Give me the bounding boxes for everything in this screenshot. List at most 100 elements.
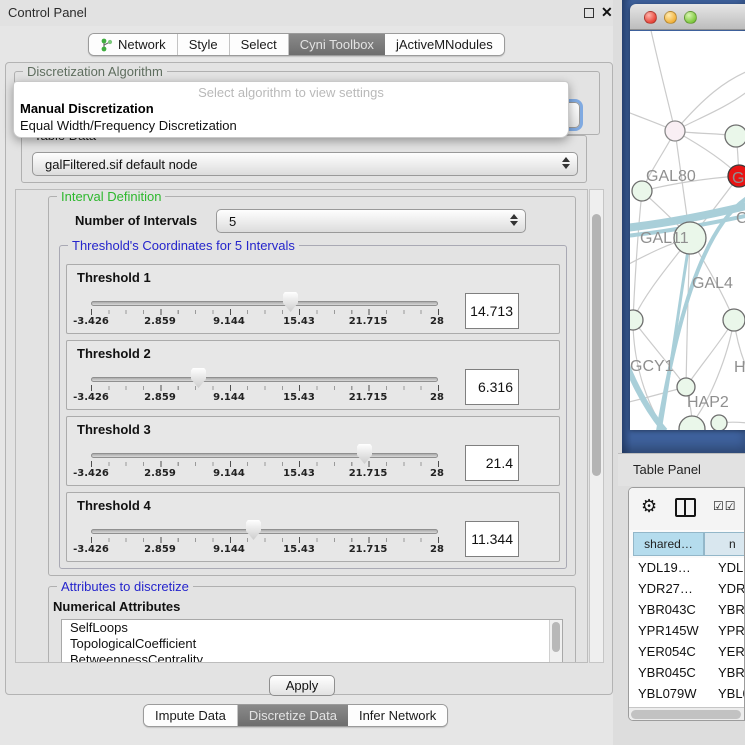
- column-header-shared-name[interactable]: shared…: [633, 532, 704, 556]
- table-row[interactable]: YBR043CYBR0: [629, 600, 744, 621]
- tab-style[interactable]: Style: [178, 34, 230, 55]
- cyni-bottom-tabs: Impute Data Discretize Data Infer Networ…: [143, 704, 448, 727]
- table-row[interactable]: YER054C YER0: [629, 642, 744, 663]
- tab-cyni-toolbox[interactable]: Cyni Toolbox: [289, 34, 385, 55]
- cell: YER054C: [638, 644, 696, 659]
- list-item[interactable]: BetweennessCentrality: [62, 652, 562, 663]
- tab-infer-label: Infer Network: [359, 708, 436, 723]
- table-horizontal-scrollbar[interactable]: [629, 707, 744, 721]
- panel-scrollbar-thumb[interactable]: [592, 214, 601, 476]
- network-window-titlebar: [630, 4, 745, 30]
- threshold-1-slider-track[interactable]: [91, 301, 438, 306]
- threshold-2-slider-track[interactable]: [91, 377, 438, 382]
- scale-label: 28: [430, 468, 444, 479]
- scale-label: -3.426: [73, 544, 109, 555]
- scale-label: 9.144: [213, 316, 245, 327]
- option-equal-width-frequency[interactable]: Equal Width/Frequency Discretization: [20, 118, 237, 133]
- option-manual-discretization[interactable]: Manual Discretization: [20, 101, 154, 116]
- tab-select[interactable]: Select: [230, 34, 289, 55]
- attributes-group-title: Attributes to discretize: [57, 579, 193, 594]
- table-hscroll-thumb[interactable]: [631, 710, 741, 719]
- table-row[interactable]: YDR27…YDR2: [629, 579, 744, 600]
- slider-ticks: [91, 537, 439, 543]
- list-scrollbar-thumb[interactable]: [552, 622, 560, 652]
- interval-definition-group: Interval Definition Number of Intervals …: [48, 196, 576, 576]
- threshold-4-slider-track[interactable]: [91, 529, 438, 534]
- cell: YER0: [718, 644, 744, 659]
- thresholds-group-title: Threshold's Coordinates for 5 Intervals: [68, 238, 299, 253]
- table-row[interactable]: YPR145WYPR1: [629, 621, 744, 642]
- threshold-3-box: Threshold 3 -3.4262.8599.14415.4321.7152…: [66, 416, 560, 486]
- column-header-name[interactable]: n: [704, 532, 745, 556]
- table-panel-titlebar: Table Panel: [618, 453, 745, 486]
- columns-layout-icon[interactable]: [675, 498, 696, 517]
- threshold-2-box: Threshold 2 -3.4262.8599.14415.4321.7152…: [66, 340, 560, 410]
- scale-label: 28: [430, 316, 444, 327]
- panel-title: Control Panel: [8, 5, 87, 20]
- number-of-intervals-combobox[interactable]: 5: [216, 209, 526, 233]
- node-bottom[interactable]: [711, 415, 727, 430]
- cyni-toolbox-panel: Discretization Algorithm Select algorith…: [5, 62, 613, 695]
- cell: YDL1: [718, 560, 744, 575]
- network-graph: GAL80 G C GAL11 GAL4 GCY1 H HAP2: [630, 31, 745, 430]
- close-window-icon[interactable]: [644, 11, 657, 24]
- table-row[interactable]: YBR045CYBR0: [629, 663, 744, 684]
- node-bottom-2[interactable]: [679, 416, 705, 430]
- list-item[interactable]: SelfLoops: [62, 620, 562, 636]
- tab-discretize-label: Discretize Data: [249, 708, 337, 723]
- cell: YDR2: [718, 581, 744, 596]
- network-canvas: GAL80 G C GAL11 GAL4 GCY1 H HAP2: [630, 31, 745, 430]
- node-h[interactable]: [723, 309, 745, 331]
- tab-impute-data[interactable]: Impute Data: [144, 705, 238, 726]
- number-of-intervals-value: 5: [229, 214, 236, 229]
- panel-scrollbar[interactable]: [589, 189, 604, 663]
- table-rows: YDL19…YDL1 YDR27…YDR2 YBR043CYBR0 YPR145…: [629, 558, 744, 707]
- network-icon: [100, 38, 113, 52]
- table-header-row: shared… n: [629, 532, 744, 556]
- tab-network[interactable]: Network: [89, 34, 178, 55]
- list-scrollbar[interactable]: [549, 620, 562, 663]
- scale-label: 9.144: [213, 468, 245, 479]
- algorithm-placeholder: Select algorithm to view settings: [14, 85, 568, 100]
- minimize-window-icon[interactable]: [664, 11, 677, 24]
- threshold-4-value-field[interactable]: 11.344: [465, 521, 519, 557]
- node-label-gal11: GAL11: [640, 230, 689, 247]
- tab-cyni-label: Cyni Toolbox: [300, 37, 374, 52]
- node-gal80[interactable]: [665, 121, 685, 141]
- tab-discretize-data[interactable]: Discretize Data: [238, 705, 348, 726]
- node-label-gal4: GAL4: [692, 275, 733, 292]
- tab-infer-network[interactable]: Infer Network: [348, 705, 447, 726]
- tab-jactivemnodules[interactable]: jActiveMNodules: [385, 34, 504, 55]
- node-label-cut-h: H: [734, 359, 745, 376]
- scale-label: -3.426: [73, 468, 109, 479]
- select-columns-icon[interactable]: ☑☑: [713, 499, 737, 513]
- attributes-group: Attributes to discretize Numerical Attri…: [48, 586, 576, 663]
- table-row[interactable]: YBL079WYBL0: [629, 684, 744, 705]
- threshold-3-slider-track[interactable]: [91, 453, 438, 458]
- tab-jactive-label: jActiveMNodules: [396, 37, 493, 52]
- zoom-window-icon[interactable]: [684, 11, 697, 24]
- apply-button[interactable]: Apply: [269, 675, 335, 696]
- network-window: GAL80 G C GAL11 GAL4 GCY1 H HAP2: [630, 4, 745, 430]
- table-row[interactable]: YDL19…YDL1: [629, 558, 744, 579]
- node-gcy1[interactable]: [630, 310, 643, 330]
- threshold-4-label: Threshold 4: [77, 498, 151, 513]
- network-view-frame: GAL80 G C GAL11 GAL4 GCY1 H HAP2: [622, 0, 745, 453]
- threshold-4-box: Threshold 4 -3.4262.8599.14415.4321.7152…: [66, 492, 560, 562]
- threshold-3-value-field[interactable]: 21.4: [465, 445, 519, 481]
- settings-scroll-area: Interval Definition Number of Intervals …: [15, 189, 588, 663]
- threshold-2-value-field[interactable]: 6.316: [465, 369, 519, 405]
- threshold-1-value-field[interactable]: 14.713: [465, 293, 519, 329]
- close-icon[interactable]: ✕: [601, 4, 613, 21]
- scale-label: 2.859: [144, 392, 176, 403]
- float-panel-icon[interactable]: [584, 8, 594, 18]
- table-panel-title: Table Panel: [633, 462, 701, 477]
- scale-label: 2.859: [144, 316, 176, 327]
- gear-icon[interactable]: ⚙: [641, 496, 657, 517]
- scale-label: 21.715: [349, 468, 388, 479]
- table-data-combobox[interactable]: galFiltered.sif default node: [32, 152, 578, 176]
- node-top-right[interactable]: [725, 125, 745, 147]
- threshold-3-label: Threshold 3: [77, 422, 151, 437]
- list-item[interactable]: TopologicalCoefficient: [62, 636, 562, 652]
- scale-label: 15.43: [283, 392, 315, 403]
